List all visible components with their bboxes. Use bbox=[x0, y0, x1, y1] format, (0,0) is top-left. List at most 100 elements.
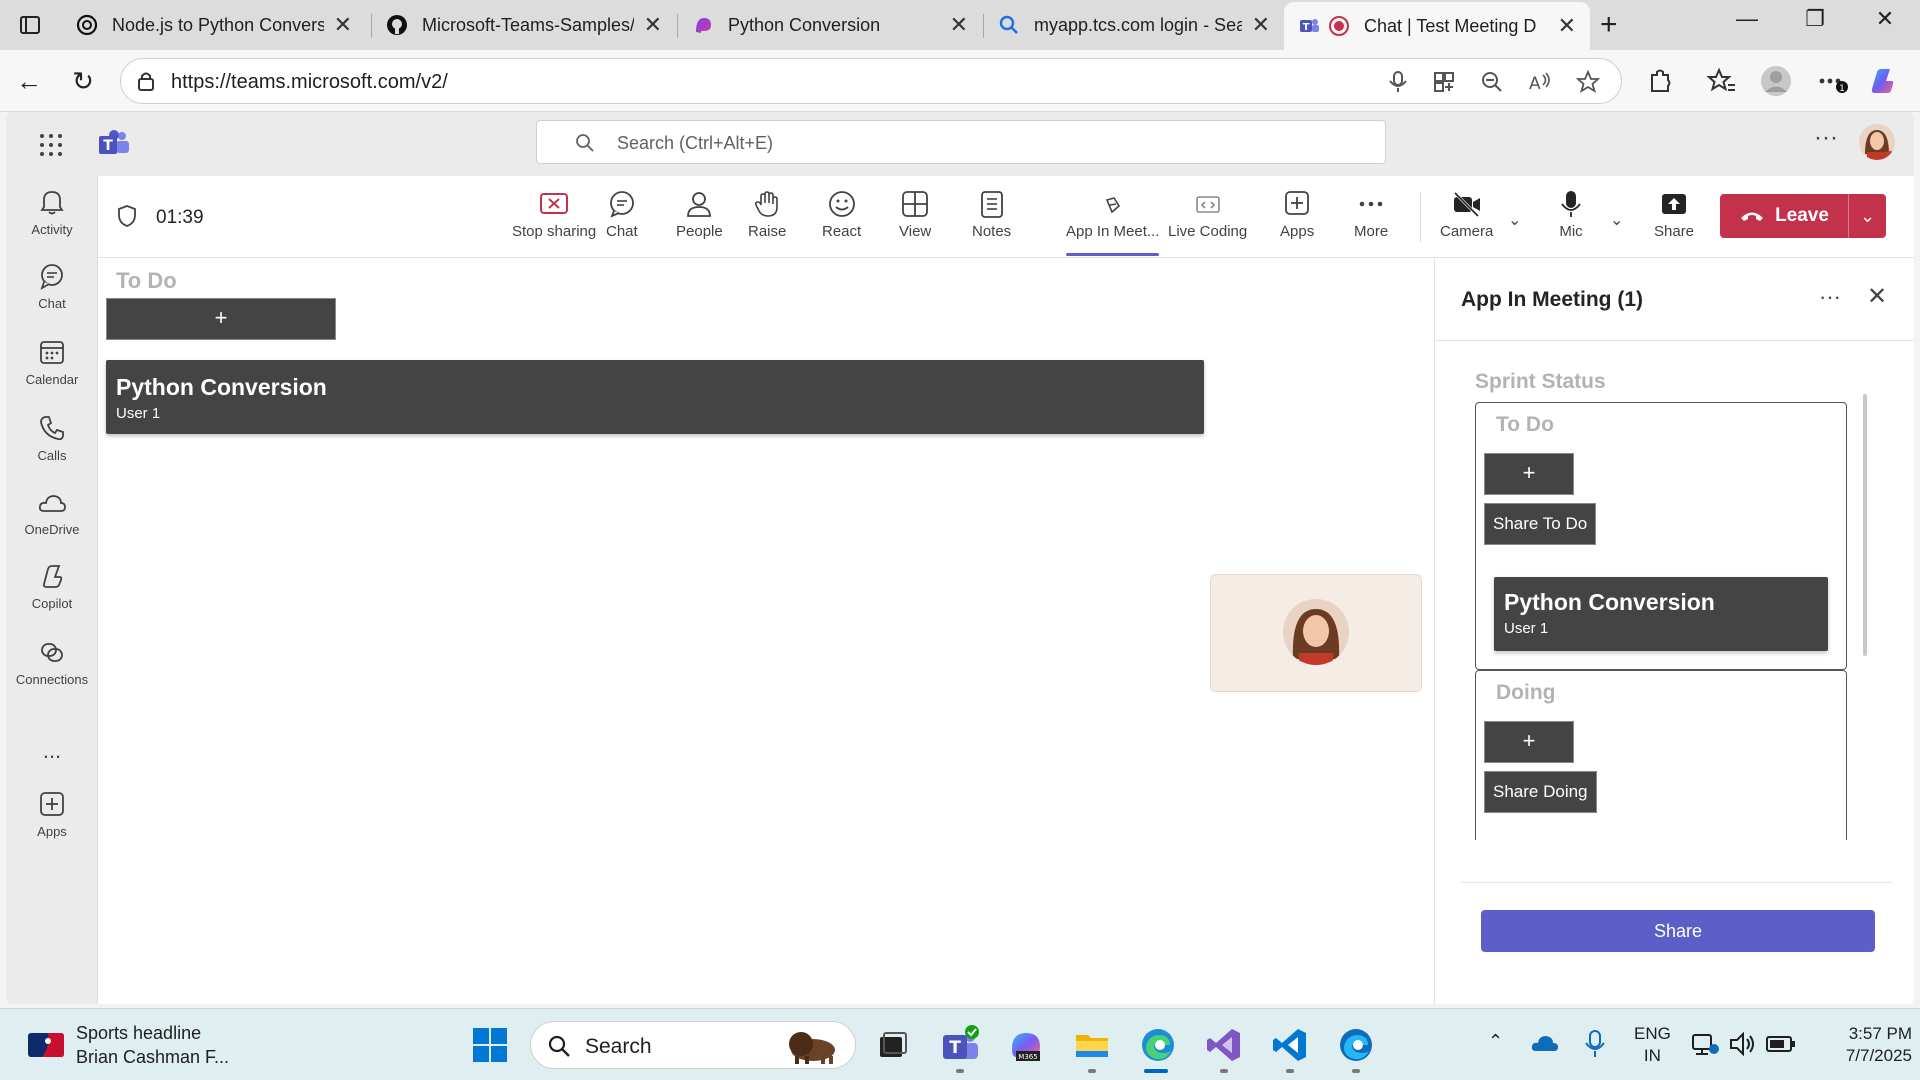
browser-tab-active[interactable]: T Chat | Test Meeting D ✕ bbox=[1284, 2, 1590, 50]
taskbar-search[interactable]: Search bbox=[530, 1021, 856, 1069]
copilot-icon[interactable] bbox=[1866, 65, 1898, 97]
share-column-button[interactable]: Share To Do bbox=[1484, 503, 1597, 545]
favorite-star-icon[interactable] bbox=[1575, 69, 1601, 95]
system-clock[interactable]: 3:57 PM 7/7/2025 bbox=[1822, 1023, 1912, 1067]
leave-main[interactable]: Leave bbox=[1720, 194, 1848, 238]
rail-item-copilot[interactable]: Copilot bbox=[6, 562, 98, 611]
stage-task-card[interactable]: Python Conversion User 1 bbox=[106, 360, 1204, 434]
teams-search-box[interactable]: Search (Ctrl+Alt+E) bbox=[536, 120, 1386, 164]
share-to-stage-button[interactable]: Share bbox=[1481, 910, 1875, 952]
react-button[interactable]: React bbox=[822, 190, 861, 250]
rail-item-calendar[interactable]: Calendar bbox=[6, 338, 98, 387]
close-tab-icon[interactable]: ✕ bbox=[334, 12, 352, 38]
rail-item-calls[interactable]: Calls bbox=[6, 414, 98, 463]
add-task-button[interactable]: + bbox=[1484, 453, 1574, 495]
teams-app: T Search (Ctrl+Alt+E) ··· Activity Chat … bbox=[6, 112, 1914, 1004]
network-icon[interactable] bbox=[1688, 1027, 1722, 1061]
user-avatar[interactable] bbox=[1859, 124, 1895, 160]
zoom-out-icon[interactable] bbox=[1479, 69, 1505, 95]
app-available-icon[interactable] bbox=[1431, 69, 1457, 95]
battery-icon[interactable] bbox=[1764, 1027, 1798, 1061]
camera-options-chevron-icon[interactable]: ⌄ bbox=[1508, 210, 1521, 230]
people-button[interactable]: People bbox=[676, 190, 723, 250]
rail-item-chat[interactable]: Chat bbox=[6, 262, 98, 311]
raise-hand-button[interactable]: Raise bbox=[748, 190, 786, 250]
windows-start-icon[interactable] bbox=[470, 1025, 510, 1065]
task-card[interactable]: Python Conversion User 1 bbox=[1494, 577, 1828, 651]
m365-icon[interactable]: M365 bbox=[1006, 1025, 1046, 1065]
chat-button[interactable]: Chat bbox=[606, 190, 638, 250]
share-column-button[interactable]: Share Doing bbox=[1484, 771, 1597, 813]
sprint-status-board[interactable]: Sprint Status To Do + Share To Do Python… bbox=[1461, 366, 1893, 840]
control-label: Stop sharing bbox=[512, 223, 597, 240]
close-tab-icon[interactable]: ✕ bbox=[1558, 13, 1576, 39]
tab-actions-icon[interactable] bbox=[12, 10, 48, 40]
region-code: IN bbox=[1643, 1046, 1661, 1065]
volume-icon[interactable] bbox=[1726, 1027, 1760, 1061]
profile-avatar-icon[interactable] bbox=[1760, 65, 1792, 97]
app-in-meeting-button[interactable]: App In Meet... bbox=[1066, 190, 1160, 256]
task-view-icon[interactable] bbox=[872, 1025, 912, 1065]
refresh-icon[interactable]: ↻ bbox=[66, 64, 100, 98]
mic-tray-icon[interactable] bbox=[1578, 1027, 1612, 1061]
share-content-button[interactable]: Share bbox=[1654, 190, 1694, 250]
bison-highlight-icon bbox=[789, 1032, 835, 1064]
more-button[interactable]: More bbox=[1354, 190, 1388, 250]
teams-taskbar-icon[interactable]: T bbox=[940, 1025, 980, 1065]
url-text[interactable]: https://teams.microsoft.com/v2/ bbox=[171, 71, 448, 94]
camera-button[interactable]: Camera bbox=[1440, 190, 1493, 250]
close-tab-icon[interactable]: ✕ bbox=[950, 12, 968, 38]
close-window-icon[interactable]: ✕ bbox=[1860, 6, 1910, 42]
app-launcher-icon[interactable] bbox=[38, 132, 64, 158]
settings-more-icon[interactable]: 1 bbox=[1816, 65, 1848, 97]
leave-button[interactable]: Leave ⌄ bbox=[1720, 194, 1886, 238]
restore-icon[interactable]: ❐ bbox=[1790, 6, 1840, 42]
lock-icon[interactable] bbox=[135, 70, 157, 92]
mic-icon[interactable] bbox=[1385, 69, 1411, 95]
view-button[interactable]: View bbox=[899, 190, 931, 250]
browser-tab[interactable]: Microsoft-Teams-Samples/ ✕ bbox=[372, 0, 676, 50]
stage-add-task-button[interactable]: + bbox=[106, 298, 336, 340]
search-icon bbox=[576, 134, 594, 152]
browser-tab[interactable]: Python Conversion ✕ bbox=[678, 0, 982, 50]
input-language-indicator[interactable]: ENG IN bbox=[1634, 1023, 1671, 1067]
back-icon[interactable]: ← bbox=[12, 64, 46, 98]
visual-studio-icon[interactable] bbox=[1204, 1025, 1244, 1065]
close-tab-icon[interactable]: ✕ bbox=[644, 12, 662, 38]
scrollbar[interactable] bbox=[1863, 394, 1867, 656]
live-coding-button[interactable]: Live Coding bbox=[1168, 190, 1247, 250]
rail-item-apps[interactable]: Apps bbox=[6, 790, 98, 839]
read-aloud-icon[interactable]: A bbox=[1527, 69, 1553, 95]
extensions-icon[interactable] bbox=[1644, 65, 1676, 97]
rail-more-icon[interactable]: ... bbox=[6, 738, 98, 764]
new-tab-button[interactable]: + bbox=[1600, 8, 1618, 42]
rail-item-connections[interactable]: Connections bbox=[6, 638, 98, 687]
rail-item-onedrive[interactable]: OneDrive bbox=[6, 490, 98, 537]
shield-icon[interactable] bbox=[116, 204, 138, 228]
edge-icon[interactable] bbox=[1138, 1025, 1178, 1065]
show-hidden-icons-chevron-icon[interactable]: ⌃ bbox=[1488, 1031, 1503, 1052]
apps-button[interactable]: Apps bbox=[1280, 190, 1314, 250]
browser-tab[interactable]: myapp.tcs.com login - Sear ✕ bbox=[984, 0, 1284, 50]
address-bar[interactable]: https://teams.microsoft.com/v2/ A bbox=[120, 58, 1622, 104]
mic-button[interactable]: Mic bbox=[1556, 190, 1586, 250]
mic-options-chevron-icon[interactable]: ⌄ bbox=[1610, 210, 1623, 230]
panel-more-icon[interactable]: ··· bbox=[1819, 284, 1841, 310]
leave-options-chevron-icon[interactable]: ⌄ bbox=[1848, 194, 1886, 238]
add-task-button[interactable]: + bbox=[1484, 721, 1574, 763]
browser-tab[interactable]: Node.js to Python Convers ✕ bbox=[62, 0, 366, 50]
rail-item-activity[interactable]: Activity bbox=[6, 188, 98, 237]
rail-label: Calls bbox=[37, 448, 67, 463]
notes-button[interactable]: Notes bbox=[972, 190, 1011, 250]
participant-video-tile[interactable] bbox=[1210, 574, 1422, 692]
minimize-icon[interactable]: — bbox=[1722, 6, 1772, 42]
favorites-icon[interactable] bbox=[1706, 65, 1738, 97]
close-tab-icon[interactable]: ✕ bbox=[1252, 12, 1270, 38]
stop-sharing-button[interactable]: Stop sharing bbox=[512, 190, 596, 250]
vscode-icon[interactable] bbox=[1270, 1025, 1310, 1065]
edge-dev-icon[interactable] bbox=[1336, 1025, 1376, 1065]
panel-close-icon[interactable]: ✕ bbox=[1867, 282, 1887, 311]
onedrive-icon[interactable] bbox=[1528, 1027, 1562, 1061]
file-explorer-icon[interactable] bbox=[1072, 1025, 1112, 1065]
more-options-icon[interactable]: ··· bbox=[1814, 124, 1838, 152]
